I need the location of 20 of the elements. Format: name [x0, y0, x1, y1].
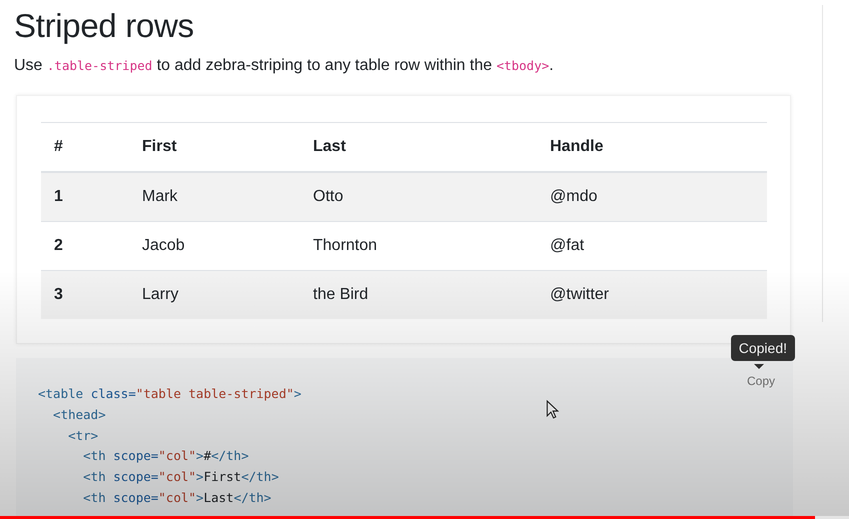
table-cell: the Bird [300, 270, 537, 319]
table-cell: @twitter [537, 270, 767, 319]
table-cell: 1 [41, 172, 129, 222]
code-line: <tr> [68, 426, 98, 445]
table-cell: 3 [41, 270, 129, 319]
mouse-cursor-icon [546, 400, 559, 419]
tooltip: Copied! [730, 335, 795, 361]
table-cell: Larry [129, 270, 300, 319]
copy-button[interactable]: Copy [742, 372, 779, 390]
table-cell: @mdo [537, 172, 767, 222]
intro-text: Use .table-striped to add zebra-striping to any table row within the <tbody>. [14, 56, 555, 76]
code-line: <th scope="col">#</th> [83, 447, 249, 466]
tooltip-arrow [754, 364, 764, 369]
code-line: <th scope="col">Last</th> [83, 488, 272, 507]
table-cell: Mark [129, 172, 300, 222]
code-line: <thead> [53, 406, 106, 424]
code-line: <table class="table table-striped"> [38, 385, 302, 403]
code-line: <th scope="col">First</th> [83, 468, 279, 486]
page-heading: Striped rows [14, 6, 195, 46]
table-cell: Otto [300, 172, 537, 222]
